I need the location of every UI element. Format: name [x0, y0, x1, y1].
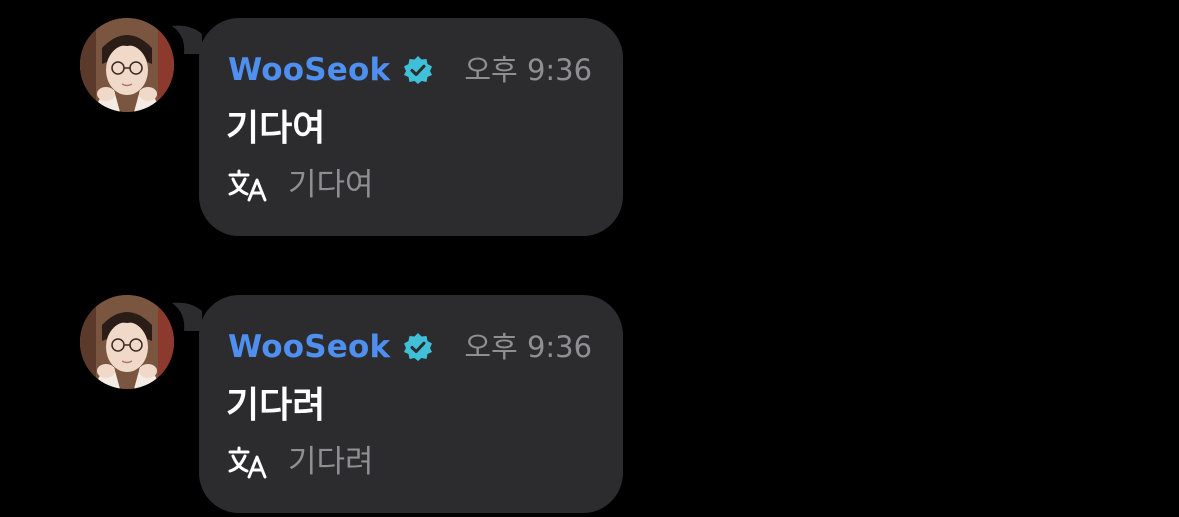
sender-name[interactable]: WooSeok — [228, 49, 390, 91]
verified-badge-icon — [403, 332, 433, 362]
message-text: 기다려 — [226, 385, 326, 426]
message-text: 기다여 — [226, 108, 326, 149]
verified-badge-icon — [403, 55, 433, 85]
translate-icon[interactable] — [228, 167, 268, 203]
chat-message[interactable]: WooSeok 오후 9:36 기다여 기다여 — [0, 0, 1179, 240]
message-header: WooSeok 오후 9:36 — [228, 326, 592, 368]
avatar[interactable] — [80, 18, 174, 112]
translate-icon[interactable] — [228, 444, 268, 480]
message-bubble[interactable]: WooSeok 오후 9:36 기다여 기다여 — [199, 18, 623, 236]
timestamp: 오후 9:36 — [464, 330, 593, 364]
chat-message[interactable]: WooSeok 오후 9:36 기다려 기다려 — [0, 277, 1179, 517]
translated-text: 기다려 — [288, 444, 374, 480]
message-header: WooSeok 오후 9:36 — [228, 49, 592, 91]
avatar[interactable] — [80, 295, 174, 389]
timestamp: 오후 9:36 — [464, 53, 593, 87]
translation-row[interactable]: 기다려 — [228, 441, 374, 483]
sender-name[interactable]: WooSeok — [228, 326, 390, 368]
message-bubble[interactable]: WooSeok 오후 9:36 기다려 기다려 — [199, 295, 623, 513]
translation-row[interactable]: 기다여 — [228, 164, 374, 206]
translated-text: 기다여 — [288, 167, 374, 203]
